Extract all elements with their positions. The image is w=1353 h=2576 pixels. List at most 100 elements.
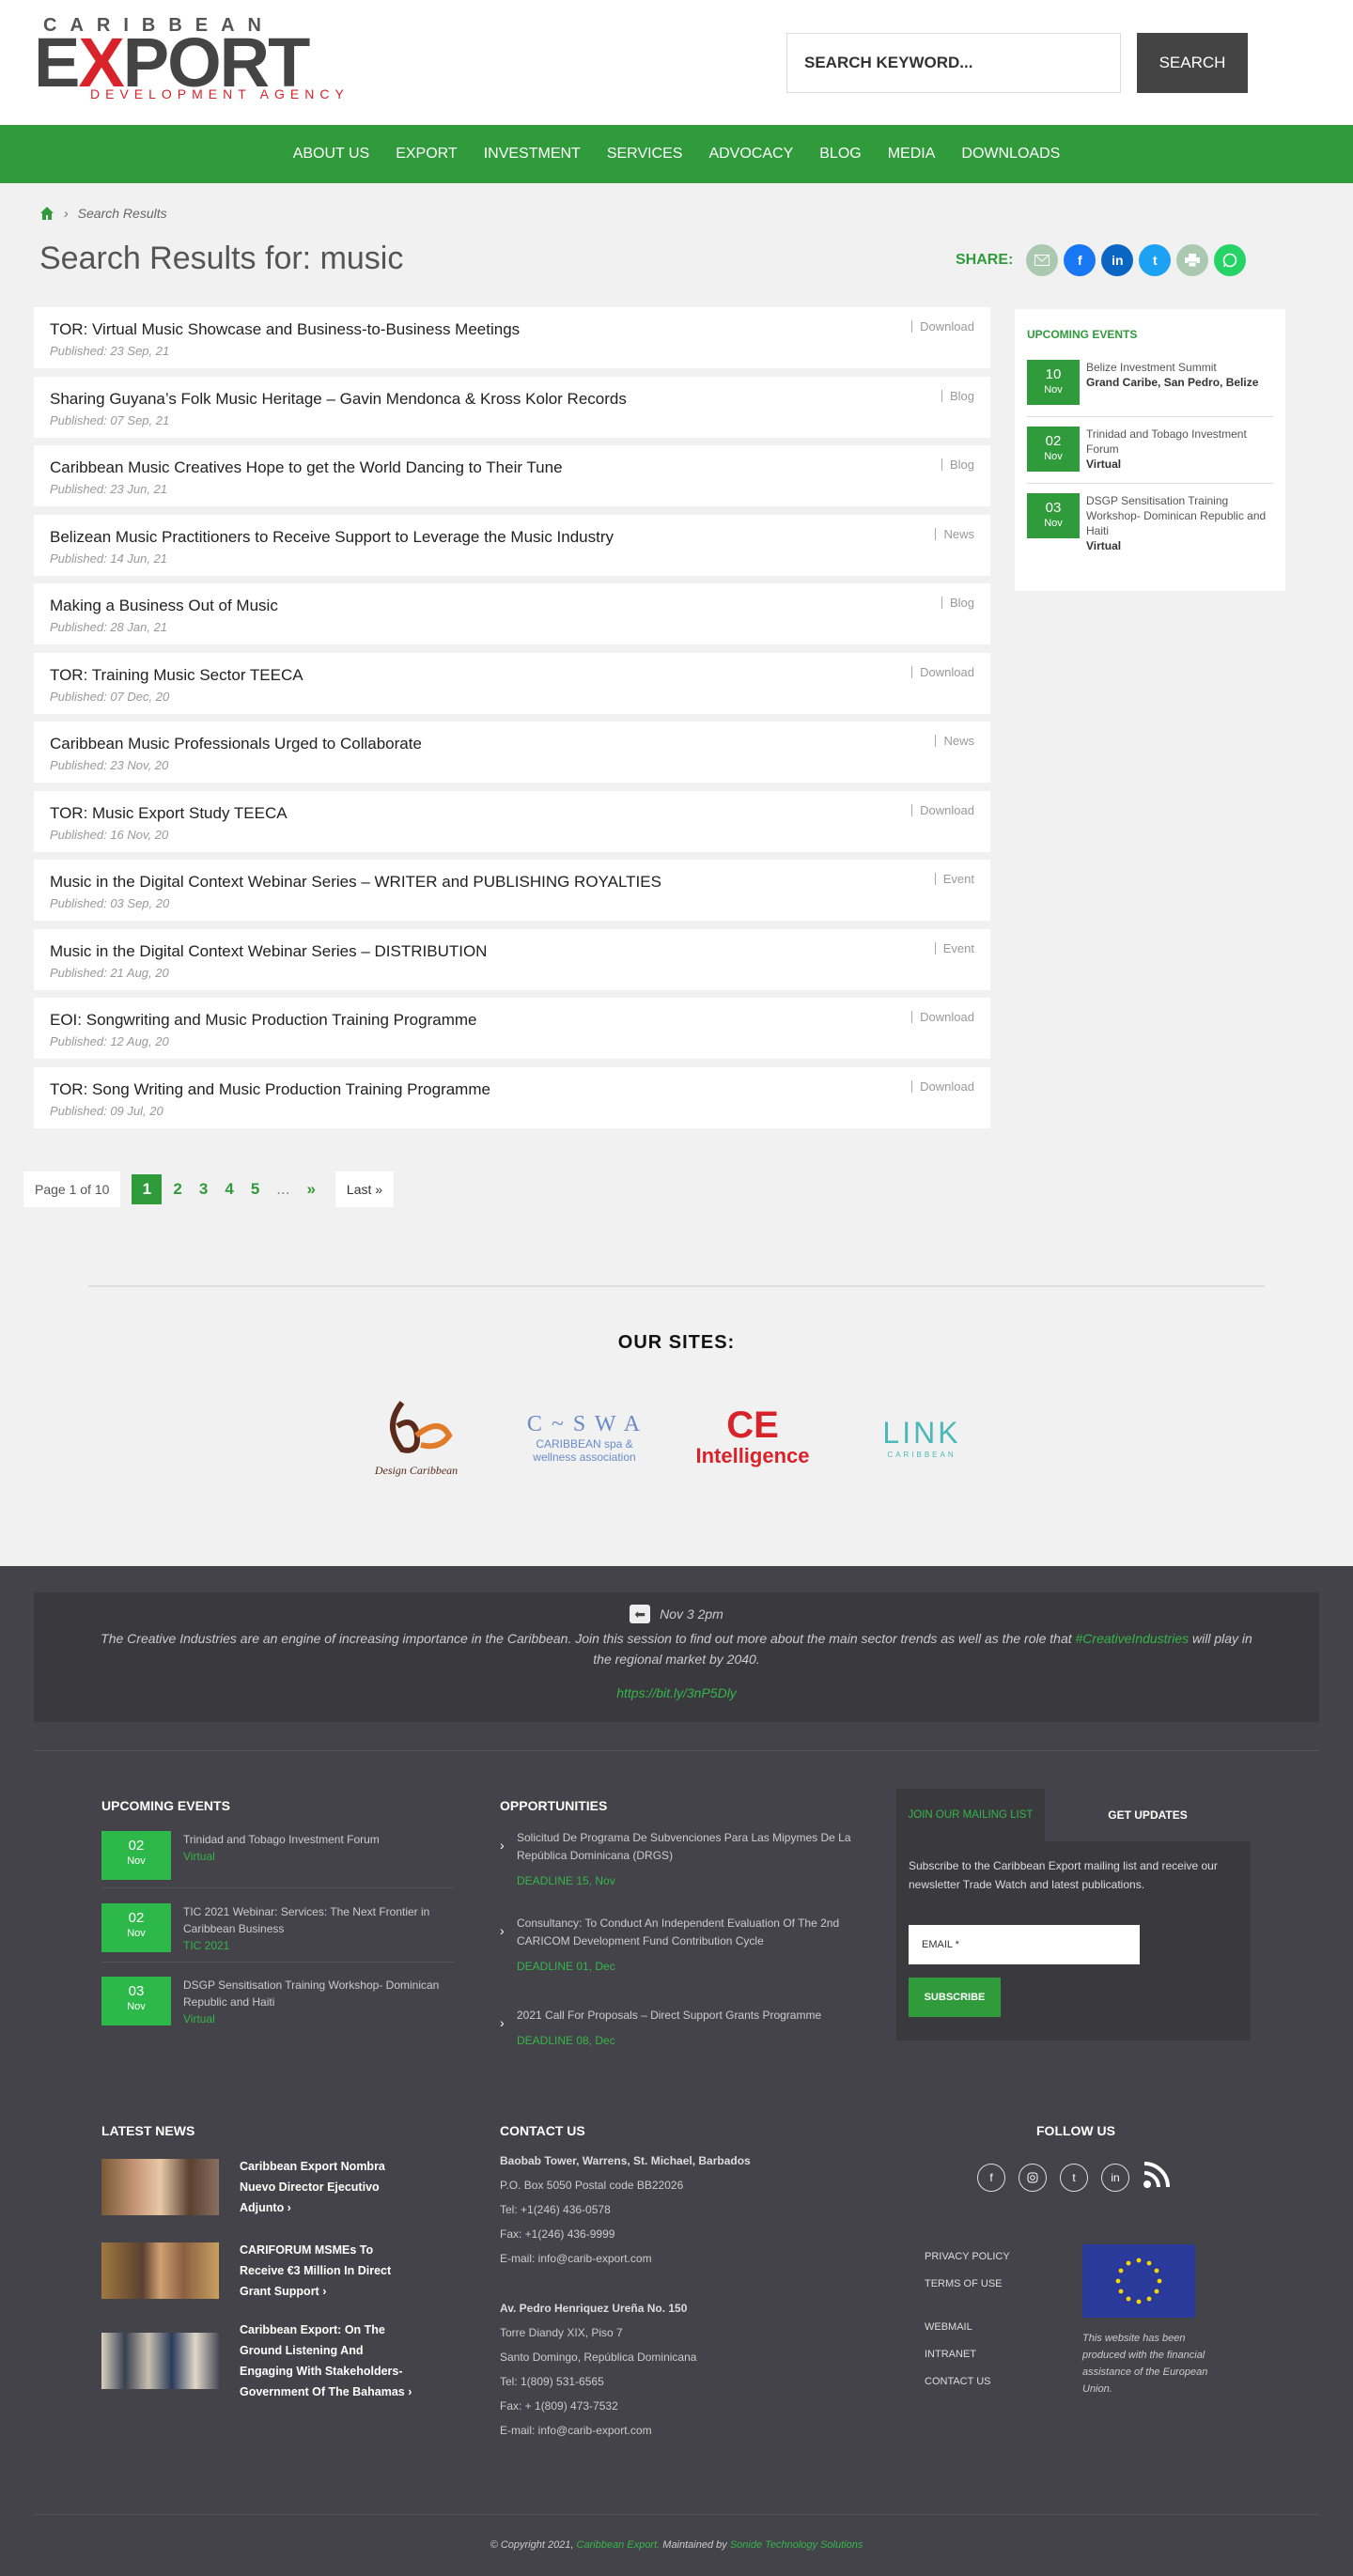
- opportunity-title[interactable]: Consultancy: To Conduct An Independent E…: [517, 1916, 839, 1948]
- result-item[interactable]: Sharing Guyana’s Folk Music Heritage – G…: [34, 376, 990, 438]
- ce-intelligence-logo[interactable]: CE Intelligence: [692, 1381, 814, 1494]
- result-title[interactable]: TOR: Virtual Music Showcase and Business…: [50, 320, 990, 339]
- opportunity-title[interactable]: Solicitud De Programa De Subvenciones Pa…: [517, 1831, 851, 1862]
- privacy-policy-link[interactable]: PRIVACY POLICY: [925, 2251, 1010, 2262]
- search-input[interactable]: [786, 33, 1121, 93]
- opportunity-title[interactable]: 2021 Call For Proposals – Direct Support…: [517, 2009, 821, 2022]
- twitter-icon[interactable]: t: [1139, 244, 1172, 276]
- page-link[interactable]: 2: [164, 1180, 190, 1199]
- result-item[interactable]: Music in the Digital Context Webinar Ser…: [34, 928, 990, 990]
- news-title[interactable]: CARIFORUM MSMEs To Receive €3 Million In…: [240, 2240, 413, 2302]
- result-item[interactable]: TOR: Virtual Music Showcase and Business…: [34, 307, 990, 368]
- sidebar-event[interactable]: 10 Nov Belize Investment Summit Grand Cari…: [1027, 354, 1273, 417]
- news-title[interactable]: Caribbean Export: On The Ground Listenin…: [240, 2320, 413, 2402]
- rss-icon[interactable]: [1143, 2161, 1171, 2194]
- footer-event[interactable]: 03 Nov DSGP Sensitisation Training Worksh…: [101, 1977, 454, 2035]
- linkedin-icon[interactable]: in: [1101, 244, 1134, 276]
- nav-blog[interactable]: BLOG: [806, 146, 874, 163]
- opportunity-item[interactable]: › Solicitud De Programa De Subvenciones P…: [500, 1829, 857, 1890]
- tab-join-mailing-list[interactable]: JOIN OUR MAILING LIST: [896, 1789, 1045, 1841]
- cswa-logo[interactable]: C ~ S W A CARIBBEAN spa & wellness assoc…: [522, 1381, 646, 1494]
- result-item[interactable]: Belizean Music Practitioners to Receive …: [34, 514, 990, 576]
- result-title[interactable]: Caribbean Music Professionals Urged to C…: [50, 735, 990, 753]
- brand-link[interactable]: Caribbean Export.: [577, 2539, 661, 2551]
- result-title[interactable]: Music in the Digital Context Webinar Ser…: [50, 942, 990, 961]
- nav-investment[interactable]: INVESTMENT: [471, 146, 594, 163]
- result-title[interactable]: EOI: Songwriting and Music Production Tr…: [50, 1011, 990, 1030]
- result-title[interactable]: TOR: Song Writing and Music Production T…: [50, 1080, 990, 1099]
- twitter-icon[interactable]: t: [1060, 2163, 1088, 2192]
- result-title[interactable]: Caribbean Music Creatives Hope to get th…: [50, 458, 990, 477]
- home-icon[interactable]: [39, 206, 54, 221]
- news-thumbnail[interactable]: [101, 2242, 219, 2299]
- contact-us-link[interactable]: CONTACT US: [925, 2376, 991, 2387]
- sidebar-event[interactable]: 03 Nov DSGP Sensitisation Training Worksh…: [1027, 488, 1273, 565]
- link-caribbean-logo[interactable]: LINK CARIBBEAN: [861, 1381, 983, 1494]
- news-thumbnail[interactable]: [101, 2159, 219, 2215]
- page-link[interactable]: 5: [242, 1180, 268, 1199]
- email-icon[interactable]: [1026, 244, 1059, 276]
- event-title[interactable]: Trinidad and Tobago Investment Forum: [1086, 427, 1273, 457]
- tweet-hashtag[interactable]: #CreativeIndustries: [1076, 1631, 1190, 1646]
- print-icon[interactable]: [1176, 244, 1209, 276]
- page-next[interactable]: »: [298, 1180, 323, 1199]
- page-link[interactable]: 3: [191, 1180, 216, 1199]
- nav-export[interactable]: EXPORT: [382, 146, 471, 163]
- nav-downloads[interactable]: DOWNLOADS: [948, 146, 1073, 163]
- result-title[interactable]: TOR: Music Export Study TEECA: [50, 804, 990, 823]
- intranet-link[interactable]: INTRANET: [925, 2349, 976, 2360]
- result-item[interactable]: TOR: Training Music Sector TEECA Publishe…: [34, 652, 990, 714]
- facebook-icon[interactable]: f: [977, 2163, 1005, 2192]
- tweet-link[interactable]: https://bit.ly/3nP5Dly: [616, 1685, 737, 1700]
- page-current[interactable]: 1: [132, 1174, 163, 1204]
- nav-media[interactable]: MEDIA: [875, 146, 949, 163]
- caribbean-export-logo[interactable]: CARIBBEAN EXPORT DEVELOPMENT AGENCY: [34, 15, 381, 105]
- maintainer-link[interactable]: Sonide Technology Solutions: [730, 2539, 863, 2551]
- search-button[interactable]: SEARCH: [1137, 33, 1248, 93]
- footer-event[interactable]: 02 Nov Trinidad and Tobago Investment For…: [101, 1831, 454, 1888]
- result-title[interactable]: Sharing Guyana’s Folk Music Heritage – G…: [50, 390, 990, 409]
- result-item[interactable]: Music in the Digital Context Webinar Ser…: [34, 860, 990, 921]
- event-title[interactable]: TIC 2021 Webinar: Services: The Next Fro…: [183, 1903, 454, 1937]
- news-thumbnail[interactable]: [101, 2333, 219, 2389]
- result-date: Published: 23 Jun, 21: [50, 482, 168, 496]
- opportunity-item[interactable]: › 2021 Call For Proposals – Direct Suppor…: [500, 2007, 857, 2050]
- news-title[interactable]: Caribbean Export Nombra Nuevo Director E…: [240, 2156, 413, 2218]
- design-caribbean-logo[interactable]: Design Caribbean: [355, 1381, 477, 1494]
- nav-advocacy[interactable]: ADVOCACY: [695, 146, 806, 163]
- result-title[interactable]: Making a Business Out of Music: [50, 597, 990, 615]
- nav-about-us[interactable]: ABOUT US: [280, 146, 383, 163]
- email-field[interactable]: [909, 1925, 1140, 1964]
- subscribe-button[interactable]: SUBSCRIBE: [909, 1978, 1001, 2017]
- news-item[interactable]: CARIFORUM MSMEs To Receive €3 Million In…: [101, 2240, 413, 2302]
- result-item[interactable]: TOR: Music Export Study TEECA Published: …: [34, 790, 990, 852]
- webmail-link[interactable]: WEBMAIL: [925, 2321, 972, 2333]
- sidebar-event[interactable]: 02 Nov Trinidad and Tobago Investment For…: [1027, 421, 1273, 484]
- instagram-icon[interactable]: [1019, 2163, 1047, 2192]
- event-title[interactable]: Belize Investment Summit: [1086, 360, 1258, 375]
- result-title[interactable]: Music in the Digital Context Webinar Ser…: [50, 873, 990, 892]
- event-title[interactable]: DSGP Sensitisation Training Workshop- Do…: [183, 1977, 454, 2010]
- page-link[interactable]: 4: [216, 1180, 241, 1199]
- sidebar-upcoming-events: UPCOMING EVENTS 10 Nov Belize Investment …: [1015, 309, 1285, 591]
- whatsapp-icon[interactable]: [1214, 244, 1247, 276]
- footer-event[interactable]: 02 Nov TIC 2021 Webinar: Services: The Ne…: [101, 1903, 454, 1963]
- linkedin-icon[interactable]: in: [1101, 2163, 1129, 2192]
- result-item[interactable]: Making a Business Out of Music Published:…: [34, 583, 990, 644]
- nav-services[interactable]: SERVICES: [594, 146, 696, 163]
- news-item[interactable]: Caribbean Export: On The Ground Listenin…: [101, 2320, 413, 2402]
- result-title[interactable]: TOR: Training Music Sector TEECA: [50, 666, 990, 685]
- result-item[interactable]: Caribbean Music Creatives Hope to get th…: [34, 445, 990, 506]
- tab-get-updates[interactable]: GET UPDATES: [1045, 1789, 1251, 1841]
- news-item[interactable]: Caribbean Export Nombra Nuevo Director E…: [101, 2156, 413, 2218]
- page-last[interactable]: Last »: [334, 1172, 395, 1207]
- result-item[interactable]: EOI: Songwriting and Music Production Tr…: [34, 998, 990, 1059]
- event-title[interactable]: Trinidad and Tobago Investment Forum: [183, 1831, 380, 1848]
- event-title[interactable]: DSGP Sensitisation Training Workshop- Do…: [1086, 493, 1273, 538]
- result-title[interactable]: Belizean Music Practitioners to Receive …: [50, 528, 990, 547]
- terms-of-use-link[interactable]: TERMS OF USE: [925, 2278, 1003, 2289]
- result-item[interactable]: TOR: Song Writing and Music Production T…: [34, 1066, 990, 1128]
- facebook-icon[interactable]: f: [1064, 244, 1096, 276]
- result-item[interactable]: Caribbean Music Professionals Urged to C…: [34, 722, 990, 783]
- opportunity-item[interactable]: › Consultancy: To Conduct An Independent …: [500, 1915, 857, 1976]
